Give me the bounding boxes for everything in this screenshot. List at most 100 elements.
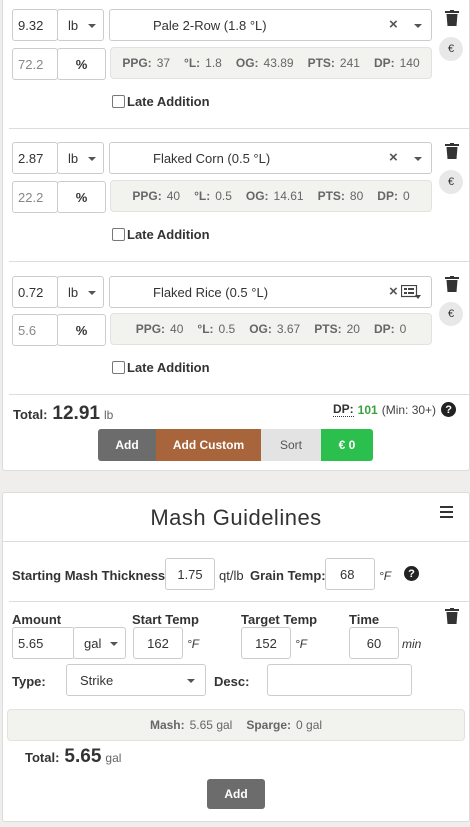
step-amount-unit-select[interactable]: gal (73, 627, 126, 659)
lovibond-label: °L: (184, 56, 201, 70)
chevron-down-icon (414, 157, 422, 161)
percent-sign: % (75, 189, 88, 205)
late-addition-checkbox[interactable] (112, 228, 125, 241)
add-custom-button[interactable]: Add Custom (156, 429, 261, 461)
fermentable-name-select[interactable]: Pale 2-Row (1.8 °L) × (109, 9, 432, 41)
currency-button[interactable]: € (439, 37, 463, 61)
type-label: Type: (12, 674, 46, 689)
desc-label: Desc: (214, 674, 250, 689)
ppg-label: PPG: (122, 56, 152, 70)
fermentable-amount-input[interactable]: 2.87 (12, 142, 58, 174)
help-icon[interactable]: ? (404, 566, 419, 581)
sort-button[interactable]: Sort (261, 429, 321, 461)
dp-value: 0 (402, 189, 410, 203)
add-mash-step-button[interactable]: Add (207, 779, 265, 809)
fermentable-stats: PPG: 40 °L: 0.5 OG: 3.67 PTS: 20 DP: 0 (110, 313, 432, 345)
diastatic-power-summary: DP: 101 (Min: 30+) ? (333, 402, 457, 417)
grain-temp-unit: °F (379, 569, 392, 583)
dp-value: 140 (399, 56, 420, 70)
fermentable-stats: PPG: 37 °L: 1.8 OG: 43.89 PTS: 241 DP: 140 (110, 47, 432, 79)
target-temp-label: Target Temp (241, 612, 318, 627)
unit-label: lb (68, 17, 79, 33)
step-type-value: Strike (80, 672, 114, 688)
mash-summary: Mash: 5.65 gal Sparge: 0 gal (7, 709, 465, 741)
late-addition-checkbox[interactable] (112, 361, 125, 374)
total-label: Total: (13, 407, 48, 422)
sparge-volume-value: 0 gal (296, 718, 323, 732)
og-label: OG: (245, 189, 269, 203)
menu-icon[interactable] (440, 506, 453, 518)
fermentable-unit-select[interactable]: lb (57, 9, 104, 41)
start-temp-label: Start Temp (132, 612, 199, 627)
fermentable-unit-select[interactable]: lb (57, 142, 104, 174)
percent-addon: % (57, 181, 106, 213)
fermentable-name-select[interactable]: Flaked Corn (0.5 °L) × (109, 142, 432, 174)
og-value: 43.89 (263, 56, 294, 70)
step-type-select[interactable]: Strike (66, 664, 206, 696)
clear-icon[interactable]: × (389, 283, 398, 300)
percent-sign: % (75, 56, 88, 72)
list-picker-icon[interactable] (401, 285, 421, 299)
desc-input[interactable] (267, 664, 412, 696)
fermentable-percent-input[interactable]: 22.2 (12, 181, 58, 213)
fermentable-name-select[interactable]: Flaked Rice (0.5 °L) × (109, 276, 432, 308)
start-temp-input[interactable]: 162 (133, 627, 183, 659)
ppg-value: 37 (156, 56, 171, 70)
mash-total-unit: gal (105, 751, 122, 765)
target-temp-input[interactable]: 152 (241, 627, 291, 659)
time-unit: min (402, 637, 422, 651)
time-input[interactable]: 60 (349, 627, 399, 659)
dp-label: DP: (373, 56, 395, 70)
help-icon[interactable]: ? (441, 402, 457, 417)
amount-label: Amount (12, 612, 62, 627)
total-value: 12.91 (52, 403, 100, 424)
row-divider (9, 261, 470, 262)
currency-button[interactable]: € (439, 302, 463, 326)
trash-icon[interactable] (445, 143, 459, 159)
fermentable-amount-input[interactable]: 9.32 (12, 9, 58, 41)
fermentables-total: Total: 12.91 lb (13, 403, 113, 425)
late-addition-label: Late Addition (127, 94, 210, 109)
chevron-down-icon (88, 157, 96, 161)
grain-temp-label: Grain Temp: (250, 568, 326, 583)
trash-icon[interactable] (445, 276, 459, 292)
fermentable-percent-input[interactable]: 5.6 (12, 314, 58, 346)
ppg-label: PPG: (132, 189, 162, 203)
late-addition-label: Late Addition (127, 227, 210, 242)
chevron-down-icon (88, 24, 96, 28)
mash-total-value: 5.65 (64, 746, 102, 767)
fermentable-amount-input[interactable]: 0.72 (12, 276, 58, 308)
fermentable-unit-select[interactable]: lb (57, 276, 104, 308)
cost-button[interactable]: € 0 (321, 429, 373, 461)
pts-label: PTS: (307, 56, 335, 70)
dp-label: DP: (373, 322, 395, 336)
percent-sign: % (75, 322, 88, 338)
unit-label: gal (84, 635, 102, 651)
start-temp-unit: °F (187, 637, 200, 651)
fermentable-percent-input[interactable]: 72.2 (12, 48, 58, 80)
mash-title: Mash Guidelines (150, 505, 322, 530)
fermentable-name: Pale 2-Row (1.8 °L) (153, 17, 267, 33)
add-fermentable-button[interactable]: Add (98, 429, 156, 461)
total-unit: lb (103, 408, 114, 422)
row-divider (9, 128, 470, 129)
target-temp-unit: °F (295, 637, 308, 651)
mash-thickness-input[interactable]: 1.75 (165, 558, 215, 590)
clear-icon[interactable]: × (389, 149, 398, 166)
clear-icon[interactable]: × (389, 16, 398, 33)
ppg-value: 40 (170, 322, 184, 336)
chevron-down-icon (187, 679, 195, 683)
percent-addon: % (57, 48, 106, 80)
dp-value: 0 (399, 322, 407, 336)
step-amount-input[interactable]: 5.65 (12, 627, 75, 659)
trash-icon[interactable] (445, 10, 459, 26)
grain-temp-input[interactable]: 68 (325, 558, 375, 590)
late-addition-checkbox[interactable] (112, 95, 125, 108)
mash-volume-label: Mash: (149, 718, 185, 732)
pts-value: 20 (346, 322, 360, 336)
percent-addon: % (57, 314, 106, 346)
section-divider (9, 601, 470, 602)
pts-value: 241 (339, 56, 360, 70)
trash-icon[interactable] (445, 608, 459, 624)
currency-button[interactable]: € (439, 170, 463, 194)
